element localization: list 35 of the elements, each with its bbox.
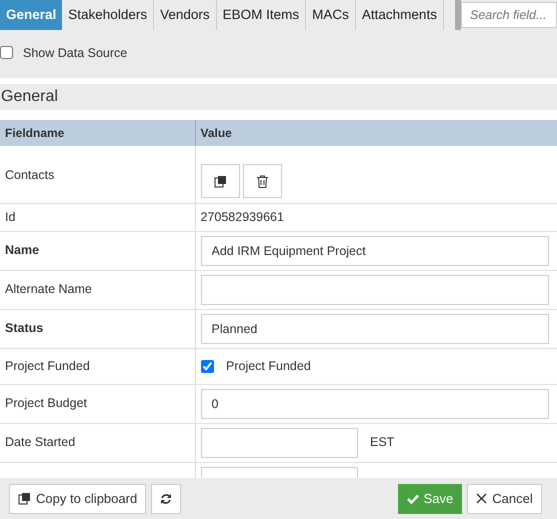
cancel-button[interactable]: Cancel <box>467 484 542 514</box>
field-label: Status <box>0 309 195 348</box>
refresh-button[interactable] <box>151 484 182 514</box>
close-icon <box>476 493 488 504</box>
timezone-text: EST <box>370 434 394 452</box>
field-label: Name <box>0 231 195 270</box>
date-field[interactable] <box>200 428 358 458</box>
show-data-source-checkbox[interactable] <box>0 46 13 59</box>
checkbox[interactable] <box>200 360 214 372</box>
text-field[interactable]: Add IRM Equipment Project <box>200 236 549 266</box>
copy-icon <box>214 174 226 188</box>
column-header: Value <box>195 120 557 146</box>
text-field[interactable]: Planned <box>200 314 549 344</box>
value-text: 270582939661 <box>195 203 557 231</box>
field-label: Project Budget <box>0 384 195 423</box>
checkbox-label: Project Funded <box>226 358 311 375</box>
tab[interactable]: General <box>0 0 62 30</box>
trash-icon <box>256 174 268 188</box>
refresh-icon <box>160 492 172 504</box>
check-icon <box>406 494 419 504</box>
field-label: Project Funded <box>0 348 195 384</box>
text-field[interactable]: 0 <box>200 388 549 418</box>
delete-button[interactable] <box>242 164 282 198</box>
copy-button[interactable]: Copy to clipboard <box>9 484 146 514</box>
field-label: Contacts <box>0 146 195 203</box>
checkbox-label: Show Data Source <box>23 45 128 62</box>
field-label: Id <box>0 203 195 231</box>
section-title: General <box>0 84 557 110</box>
search-field[interactable]: Search field... <box>461 2 557 28</box>
field-label: Date Started <box>0 423 195 462</box>
text-field[interactable] <box>200 274 549 304</box>
copy-icon <box>18 492 31 505</box>
column-header: Fieldname <box>0 120 195 146</box>
copy-button[interactable] <box>200 164 240 198</box>
field-label: Alternate Name <box>0 270 195 309</box>
